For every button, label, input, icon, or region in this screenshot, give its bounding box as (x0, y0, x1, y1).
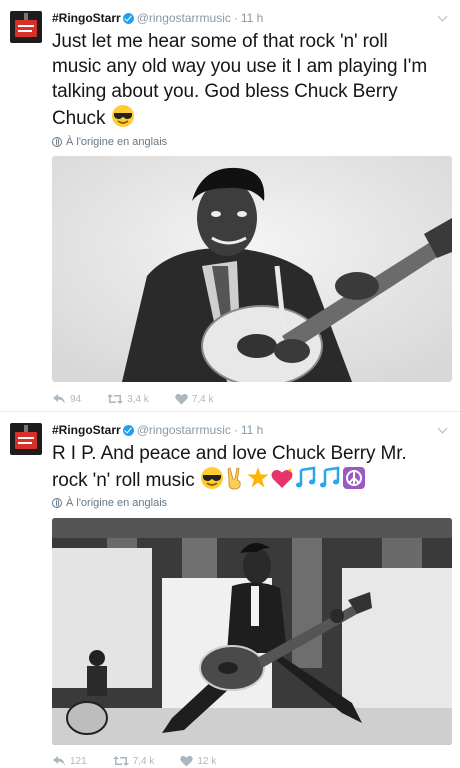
smiling-face-with-sunglasses-icon (111, 105, 134, 127)
retweet-button[interactable]: 3,4 k (107, 393, 149, 405)
display-name[interactable]: #RingoStarr (52, 422, 121, 438)
avatar-pole (24, 13, 28, 20)
heart-icon (175, 393, 188, 405)
translate-label: À l'origine en anglais (66, 497, 168, 509)
translate-label: À l'origine en anglais (66, 136, 168, 148)
globe-icon (52, 137, 62, 147)
chuck-berry-guitar-photo (52, 156, 452, 382)
tweet[interactable]: #RingoStarr @ringostarrmusic · 11 h Just… (0, 0, 460, 412)
like-count: 12 k (197, 755, 217, 767)
like-count: 7,4 k (191, 393, 214, 405)
retweet-button[interactable]: 7,4 k (112, 755, 155, 767)
tweet-text: Just let me hear some of that rock 'n' r… (52, 29, 450, 131)
tweet-photo[interactable] (52, 156, 452, 382)
separator: · (233, 423, 238, 437)
peace-symbol-icon (342, 467, 365, 489)
victory-hand-icon (227, 467, 241, 490)
verified-badge-icon (122, 424, 134, 436)
tweet-text-line: Just let me hear some of that rock 'n' r… (52, 31, 388, 52)
retweet-icon (107, 394, 124, 404)
translate-link[interactable]: À l'origine en anglais (52, 135, 167, 149)
reply-icon (53, 756, 65, 766)
musical-notes-icon (319, 466, 340, 488)
avatar[interactable] (10, 423, 42, 455)
tweet[interactable]: #RingoStarr @ringostarrmusic · 11 h R I … (0, 412, 460, 767)
avatar-sign (15, 20, 37, 37)
glowing-star-icon (247, 467, 269, 488)
reply-button[interactable]: 121 (52, 755, 87, 767)
avatar-sign (15, 432, 37, 449)
reply-icon (53, 394, 65, 404)
verified-badge-icon (122, 12, 134, 24)
tweet-header: #RingoStarr @ringostarrmusic · 11 h (52, 422, 263, 438)
tweet-text-line: talking about you. God bless Chuck Berry (52, 81, 398, 102)
tweet-text-line: music any old way you use it I am playin… (52, 56, 428, 77)
tweet-text-line: rock 'n' roll music (52, 470, 195, 491)
globe-icon (52, 498, 62, 508)
tweet-text-line-wrap: rock 'n' roll music (52, 466, 450, 493)
chuck-berry-duck-walk-photo (52, 518, 452, 745)
chevron-down-icon[interactable] (437, 423, 448, 434)
timestamp[interactable]: 11 h (241, 422, 263, 438)
user-handle[interactable]: @ringostarrmusic (137, 422, 231, 438)
separator: · (233, 11, 238, 25)
tweet-text-line-wrap: Chuck (52, 104, 450, 131)
reply-button[interactable]: 94 (52, 393, 81, 405)
timestamp[interactable]: 11 h (241, 10, 263, 26)
retweet-icon (112, 756, 129, 766)
like-button[interactable]: 12 k (180, 755, 216, 767)
tweet-photo[interactable] (52, 518, 452, 745)
display-name[interactable]: #RingoStarr (52, 10, 121, 26)
chevron-down-icon[interactable] (437, 11, 448, 22)
tweet-header: #RingoStarr @ringostarrmusic · 11 h (52, 10, 263, 26)
heart-icon (180, 755, 194, 767)
retweet-count: 3,4 k (127, 393, 149, 405)
avatar-pole (24, 425, 28, 432)
like-button[interactable]: 7,4 k (175, 393, 214, 405)
musical-notes-icon (295, 466, 316, 488)
tweet-text-line: Chuck (52, 108, 106, 129)
avatar[interactable] (10, 11, 42, 43)
smiling-face-with-sunglasses-icon (200, 467, 223, 489)
tweet-text: R I P. And peace and love Chuck Berry Mr… (52, 441, 450, 493)
retweet-count: 7,4 k (132, 755, 155, 767)
user-handle[interactable]: @ringostarrmusic (137, 10, 231, 26)
reply-count: 121 (70, 755, 87, 767)
tweet-text-line: R I P. And peace and love Chuck Berry Mr… (52, 443, 407, 464)
translate-link[interactable]: À l'origine en anglais (52, 496, 167, 510)
reply-count: 94 (70, 393, 82, 405)
tweet-actions: 94 3,4 k 7,4 k (52, 392, 240, 406)
sparkling-heart-icon (271, 468, 293, 488)
